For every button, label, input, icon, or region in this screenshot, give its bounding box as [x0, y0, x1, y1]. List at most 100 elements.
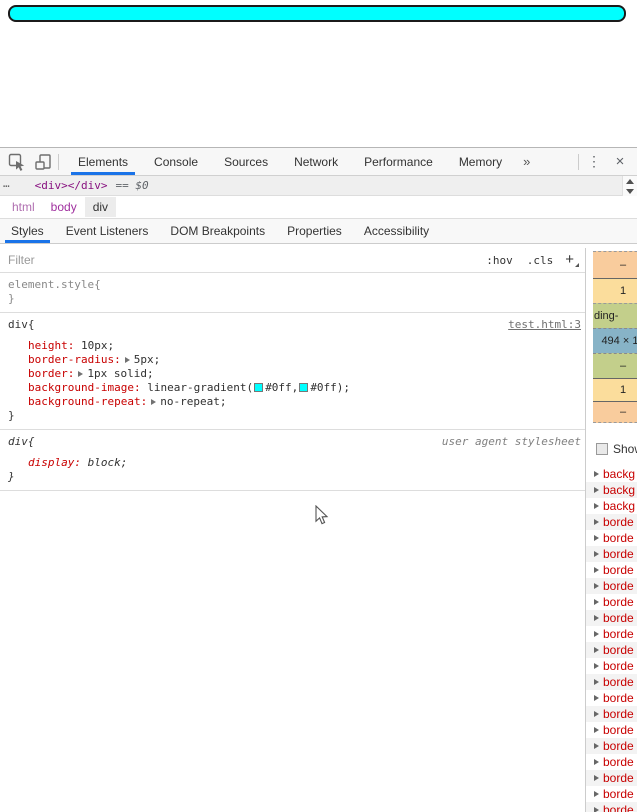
box-model-padding-row[interactable]: –: [593, 353, 637, 378]
expand-arrow-icon[interactable]: [151, 399, 156, 405]
computed-property-row[interactable]: borde: [586, 610, 637, 626]
tab-memory[interactable]: Memory: [446, 148, 515, 175]
scroll-down-icon[interactable]: [626, 189, 634, 194]
computed-property-row[interactable]: borde: [586, 578, 637, 594]
box-model-content-row[interactable]: 494 × 10: [593, 328, 637, 353]
dom-overflow-ellipsis[interactable]: …: [0, 177, 15, 194]
box-model-diagram[interactable]: –1ding-494 × 10–1–: [593, 251, 637, 423]
styles-filter-input[interactable]: [8, 253, 479, 267]
computed-property-row[interactable]: borde: [586, 514, 637, 530]
computed-property-row[interactable]: borde: [586, 594, 637, 610]
stylesheet-source-link[interactable]: test.html:3: [508, 318, 583, 332]
computed-property-row[interactable]: borde: [586, 674, 637, 690]
panel-tab-event-listeners[interactable]: Event Listeners: [58, 219, 157, 243]
element-classes-button[interactable]: .cls: [520, 252, 561, 269]
close-devtools-icon[interactable]: ×: [607, 150, 633, 174]
expand-arrow-icon[interactable]: [78, 371, 83, 377]
box-model-padding-row[interactable]: ding-: [593, 303, 637, 328]
tab-performance[interactable]: Performance: [351, 148, 446, 175]
toolbar-separator: [58, 154, 59, 170]
expand-triangle-icon[interactable]: [594, 711, 599, 717]
expand-triangle-icon[interactable]: [594, 695, 599, 701]
css-property-name: background-repeat:: [28, 395, 147, 408]
inspect-element-icon[interactable]: [4, 150, 30, 174]
selected-div-node[interactable]: <div></div>: [35, 179, 108, 192]
close-brace: }: [8, 470, 583, 484]
computed-property-row[interactable]: borde: [586, 658, 637, 674]
expand-triangle-icon[interactable]: [594, 567, 599, 573]
computed-property-row[interactable]: backg: [586, 466, 637, 482]
toggle-element-state-button[interactable]: :hov: [479, 252, 520, 269]
computed-property-row[interactable]: borde: [586, 754, 637, 770]
breadcrumb-div[interactable]: div: [85, 197, 116, 217]
css-property-line[interactable]: border-radius:5px;: [8, 353, 583, 367]
more-tabs-button[interactable]: »: [515, 148, 538, 175]
computed-property-row[interactable]: borde: [586, 690, 637, 706]
expand-triangle-icon[interactable]: [594, 599, 599, 605]
expand-triangle-icon[interactable]: [594, 679, 599, 685]
expand-triangle-icon[interactable]: [594, 615, 599, 621]
panel-tab-styles[interactable]: Styles: [3, 219, 52, 243]
expand-triangle-icon[interactable]: [594, 503, 599, 509]
tab-elements[interactable]: Elements: [65, 148, 141, 175]
breadcrumb-html[interactable]: html: [4, 197, 43, 217]
expand-arrow-icon[interactable]: [125, 357, 130, 363]
device-toolbar-icon[interactable]: [30, 150, 56, 174]
new-style-rule-button[interactable]: +: [560, 251, 581, 270]
expand-triangle-icon[interactable]: [594, 759, 599, 765]
scroll-up-icon[interactable]: [626, 179, 634, 184]
computed-property-row[interactable]: borde: [586, 802, 637, 812]
tab-sources[interactable]: Sources: [211, 148, 281, 175]
color-swatch-icon[interactable]: [299, 383, 308, 392]
customize-menu-icon[interactable]: ⋮: [581, 150, 607, 174]
expand-triangle-icon[interactable]: [594, 775, 599, 781]
box-model-margin-row[interactable]: –: [593, 401, 637, 423]
expand-triangle-icon[interactable]: [594, 663, 599, 669]
expand-triangle-icon[interactable]: [594, 647, 599, 653]
box-model-border-row[interactable]: 1: [593, 378, 637, 401]
box-model-margin-row[interactable]: –: [593, 251, 637, 278]
expand-triangle-icon[interactable]: [594, 727, 599, 733]
css-property-line[interactable]: background-repeat:no-repeat;: [8, 395, 583, 409]
css-property-line[interactable]: display: block;: [8, 456, 583, 470]
expand-triangle-icon[interactable]: [594, 631, 599, 637]
color-swatch-icon[interactable]: [254, 383, 263, 392]
expand-triangle-icon[interactable]: [594, 807, 599, 812]
computed-property-row[interactable]: borde: [586, 562, 637, 578]
computed-property-row[interactable]: borde: [586, 770, 637, 786]
expand-triangle-icon[interactable]: [594, 471, 599, 477]
panel-tab-dom-breakpoints[interactable]: DOM Breakpoints: [162, 219, 273, 243]
expand-triangle-icon[interactable]: [594, 583, 599, 589]
rule-selector[interactable]: div: [8, 435, 28, 449]
expand-triangle-icon[interactable]: [594, 535, 599, 541]
show-all-checkbox[interactable]: [596, 443, 608, 455]
computed-property-row[interactable]: borde: [586, 786, 637, 802]
css-property-line[interactable]: height: 10px;: [8, 339, 583, 353]
expand-triangle-icon[interactable]: [594, 487, 599, 493]
computed-property-row[interactable]: borde: [586, 642, 637, 658]
expand-triangle-icon[interactable]: [594, 743, 599, 749]
computed-property-row[interactable]: borde: [586, 738, 637, 754]
panel-tab-properties[interactable]: Properties: [279, 219, 350, 243]
computed-property-row[interactable]: borde: [586, 626, 637, 642]
box-model-border-row[interactable]: 1: [593, 278, 637, 303]
rule-selector[interactable]: div: [8, 318, 28, 332]
rule-selector[interactable]: element.style: [8, 278, 94, 292]
expand-triangle-icon[interactable]: [594, 791, 599, 797]
panel-tab-accessibility[interactable]: Accessibility: [356, 219, 437, 243]
breadcrumb-body[interactable]: body: [43, 197, 85, 217]
css-property-line[interactable]: border:1px solid;: [8, 367, 583, 381]
computed-property-row[interactable]: borde: [586, 722, 637, 738]
computed-property-row[interactable]: borde: [586, 706, 637, 722]
tab-console[interactable]: Console: [141, 148, 211, 175]
dom-tree-selected-row[interactable]: … <div></div> == $0: [0, 176, 637, 196]
computed-property-row[interactable]: backg: [586, 482, 637, 498]
tab-network[interactable]: Network: [281, 148, 351, 175]
expand-triangle-icon[interactable]: [594, 551, 599, 557]
expand-triangle-icon[interactable]: [594, 519, 599, 525]
computed-property-row[interactable]: backg: [586, 498, 637, 514]
computed-property-row[interactable]: borde: [586, 546, 637, 562]
css-property-line[interactable]: background-image: linear-gradient(#0ff,#…: [8, 381, 583, 395]
dom-tree-scrollbar[interactable]: [622, 176, 637, 196]
computed-property-row[interactable]: borde: [586, 530, 637, 546]
